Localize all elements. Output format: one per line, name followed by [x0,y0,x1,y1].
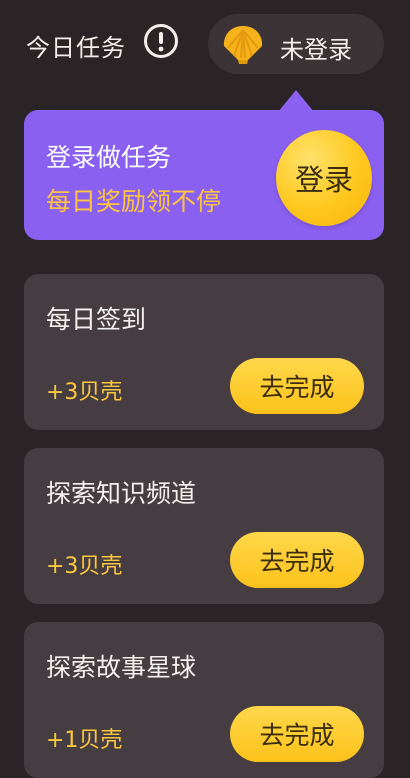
task-title: 探索故事星球 [46,653,197,682]
task-complete-button[interactable]: 去完成 [230,532,364,588]
promo-pointer [278,90,314,112]
task-reward: +3贝壳 [46,554,123,579]
header: 今日任务 未登录 [0,0,410,90]
info-icon[interactable] [144,24,178,58]
promo-title: 登录做任务 [46,143,172,172]
task-reward: +1贝壳 [46,728,123,753]
page-title: 今日任务 [26,34,126,62]
task-card-story-planet: 探索故事星球 +1贝壳 去完成 [24,622,384,778]
task-complete-button[interactable]: 去完成 [230,358,364,414]
login-status-button[interactable]: 未登录 [208,14,384,74]
task-title: 每日签到 [46,305,147,334]
login-status-label: 未登录 [280,36,352,64]
task-title: 探索知识频道 [46,479,197,508]
task-reward: +3贝壳 [46,380,123,405]
task-complete-button[interactable]: 去完成 [230,706,364,762]
task-card-knowledge-channel: 探索知识频道 +3贝壳 去完成 [24,448,384,604]
login-promo-card: 登录做任务 每日奖励领不停 登录 [24,110,384,240]
exclamation-icon [158,32,164,52]
promo-subtitle: 每日奖励领不停 [46,187,222,216]
shell-icon [223,26,263,64]
task-card-daily-checkin: 每日签到 +3贝壳 去完成 [24,274,384,430]
login-button[interactable]: 登录 [276,130,372,226]
